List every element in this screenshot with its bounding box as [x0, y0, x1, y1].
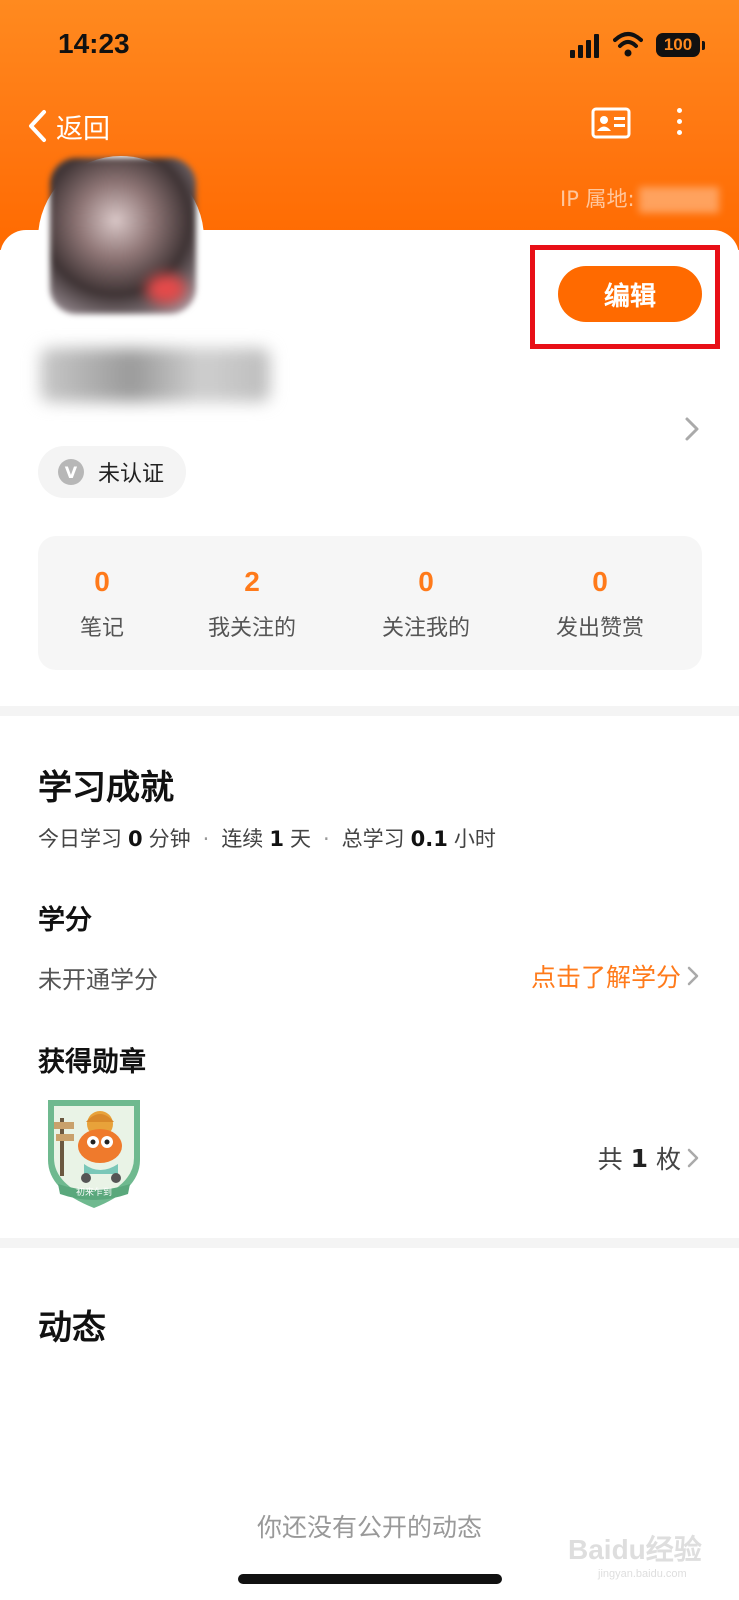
status-time: 14:23 — [58, 28, 130, 59]
stat-value: 2 — [244, 566, 260, 597]
medal-count: 1 — [630, 1143, 648, 1173]
id-card-icon[interactable] — [591, 107, 631, 139]
stat-label: 笔记 — [79, 616, 124, 641]
stat-following[interactable]: 2 我关注的 — [172, 536, 332, 670]
streak-unit: 天 — [289, 827, 311, 851]
study-summary: 今日学习 0 分钟 · 连续 1 天 · 总学习 0.1 小时 — [38, 827, 496, 851]
watermark-url: jingyan.baidu.com — [598, 1568, 687, 1580]
medal-count-prefix: 共 — [597, 1145, 623, 1174]
feed-title: 动态 — [38, 1308, 106, 1348]
stat-value: 0 — [94, 566, 110, 597]
back-label: 返回 — [56, 113, 110, 145]
ip-location-value-blurred — [638, 187, 719, 213]
streak-value: 1 — [269, 827, 284, 851]
stat-rewards-given[interactable]: 0 发出赞赏 — [520, 536, 680, 670]
ip-location: IP 属地: — [560, 183, 719, 213]
verification-badge[interactable]: V 未认证 — [38, 446, 187, 498]
total-value: 0.1 — [410, 827, 448, 851]
credits-title: 学分 — [38, 905, 92, 936]
chevron-right-icon[interactable] — [684, 416, 700, 442]
wifi-icon — [613, 32, 643, 57]
baidu-watermark: Baidu经验 jingyan.baidu.com — [568, 1528, 702, 1580]
avatar[interactable] — [50, 158, 196, 314]
ip-location-label: IP 属地: — [560, 187, 635, 211]
back-button[interactable]: 返回 — [26, 106, 110, 146]
verification-status: 未认证 — [98, 462, 165, 487]
stat-label: 发出赞赏 — [555, 616, 644, 641]
chevron-left-icon — [29, 110, 46, 142]
more-options-icon[interactable] — [675, 108, 683, 138]
stat-value: 0 — [418, 566, 434, 597]
status-bar: 14:23 100 — [0, 0, 739, 95]
today-label: 今日学习 — [38, 827, 122, 851]
stat-followers[interactable]: 0 关注我的 — [346, 536, 506, 670]
cellular-signal-icon — [570, 34, 600, 58]
stats-panel: 0 笔记 2 我关注的 0 关注我的 0 发出赞赏 — [38, 536, 702, 670]
achievements-title: 学习成就 — [38, 768, 174, 808]
credits-status: 未开通学分 — [38, 966, 158, 994]
streak-label: 连续 — [221, 827, 264, 851]
total-label: 总学习 — [341, 827, 405, 851]
section-divider — [0, 706, 739, 716]
credits-info-label: 点击了解学分 — [530, 963, 681, 992]
section-divider — [0, 1238, 739, 1248]
watermark-brand: Baidu经验 — [568, 1534, 702, 1565]
chevron-right-icon — [687, 1148, 699, 1168]
medal-count-link[interactable]: 共1枚 — [598, 1140, 699, 1176]
credits-info-link[interactable]: 点击了解学分 — [531, 958, 699, 994]
username-blurred — [40, 348, 270, 402]
battery-icon: 100 — [656, 33, 705, 57]
chevron-right-icon — [687, 966, 699, 986]
home-indicator[interactable] — [238, 1574, 502, 1584]
stat-notes[interactable]: 0 笔记 — [22, 536, 182, 670]
today-value: 0 — [128, 827, 143, 851]
medal-badge-icon[interactable]: 初来乍到 — [44, 1098, 144, 1210]
stat-value: 0 — [592, 566, 608, 597]
stat-label: 我关注的 — [207, 616, 296, 641]
medal-name: 初来乍到 — [76, 1186, 112, 1198]
total-unit: 小时 — [453, 827, 496, 851]
edit-profile-button[interactable]: 编辑 — [558, 266, 702, 322]
medals-title: 获得勋章 — [38, 1047, 146, 1078]
stat-label: 关注我的 — [381, 616, 470, 641]
medal-count-unit: 枚 — [655, 1145, 681, 1174]
today-unit: 分钟 — [148, 827, 191, 851]
verified-icon: V — [58, 459, 84, 485]
